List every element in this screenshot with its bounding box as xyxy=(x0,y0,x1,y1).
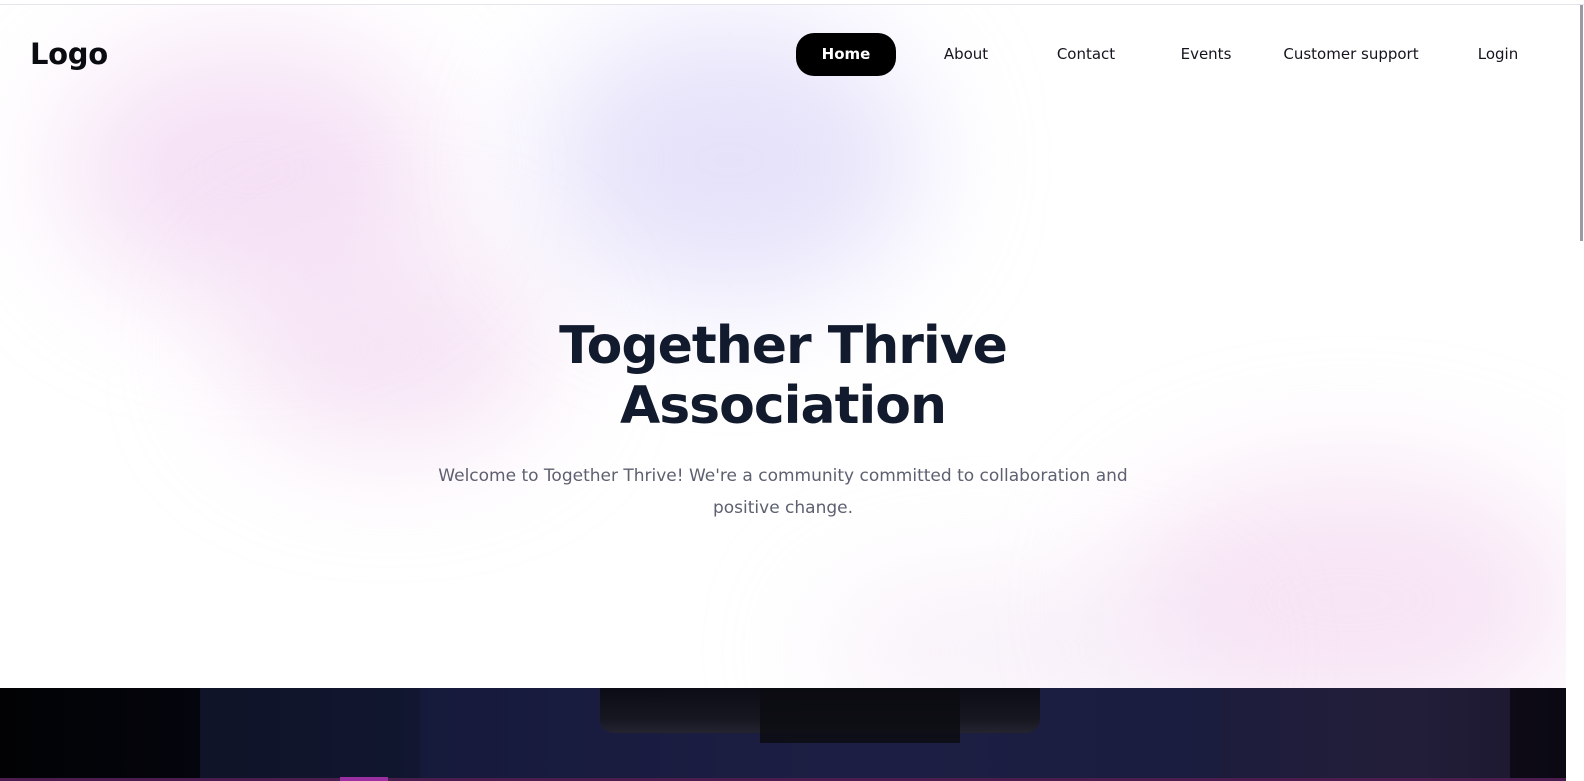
hero-title-line-1: Together Thrive xyxy=(559,316,1008,376)
image-panel xyxy=(200,688,420,781)
nav-home-link[interactable]: Home xyxy=(796,33,896,76)
hero-subtitle: Welcome to Together Thrive! We're a comm… xyxy=(438,466,1128,518)
nav-events-link[interactable]: Events xyxy=(1162,33,1250,76)
hero-section: Together Thrive Association Welcome to T… xyxy=(0,300,1566,524)
hero-image-section xyxy=(0,688,1566,781)
image-panel xyxy=(1510,688,1566,781)
image-panel xyxy=(0,688,200,781)
nav-about-link[interactable]: About xyxy=(921,33,1011,76)
main-nav: Home About Contact Events Customer suppo… xyxy=(0,5,1566,105)
nav-customer-support-link[interactable]: Customer support xyxy=(1276,33,1426,76)
hero-title: Together Thrive Association xyxy=(483,316,1083,436)
machine-base-silhouette xyxy=(760,688,960,743)
page: Logo Home About Contact Events Customer … xyxy=(0,0,1584,781)
scrollbar[interactable] xyxy=(1566,5,1584,781)
window-top-border xyxy=(0,0,1584,5)
purple-accent xyxy=(340,777,388,781)
nav-contact-link[interactable]: Contact xyxy=(1040,33,1132,76)
site-header: Logo Home About Contact Events Customer … xyxy=(0,5,1566,105)
scrollbar-thumb[interactable] xyxy=(1580,5,1583,241)
hero-title-line-2: Association xyxy=(619,376,947,436)
image-panel xyxy=(1220,688,1510,781)
nav-login-link[interactable]: Login xyxy=(1456,33,1540,76)
